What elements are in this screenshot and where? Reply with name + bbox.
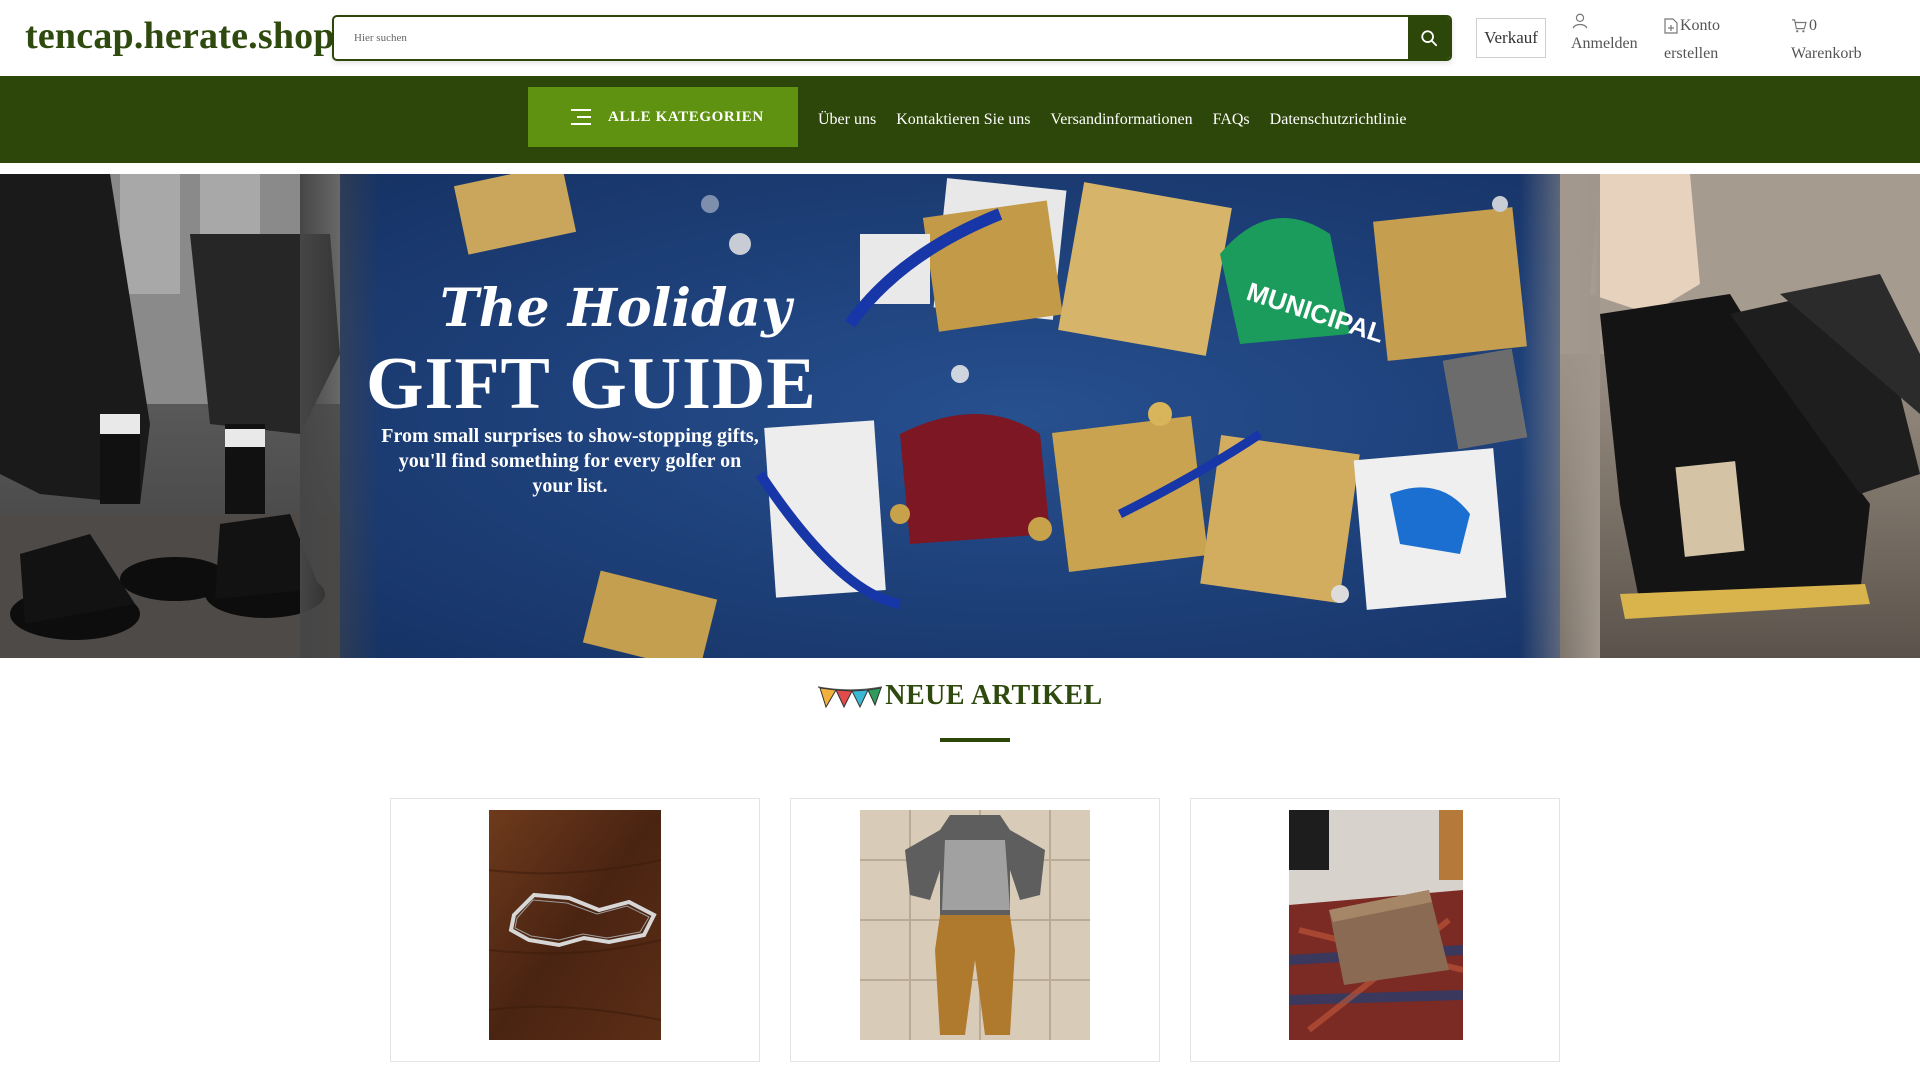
cart-link[interactable]: 0 Warenkorb bbox=[1791, 12, 1862, 68]
create-account-link[interactable]: Konto erstellen bbox=[1664, 12, 1720, 68]
all-categories-button[interactable]: ALLE KATEGORIEN bbox=[528, 87, 798, 147]
banner-fade-right bbox=[1520, 174, 1600, 658]
search-icon bbox=[1421, 30, 1438, 47]
banner-boots-photo-right bbox=[1560, 174, 1920, 658]
nav-links: Über uns Kontaktieren Sie uns Versandinf… bbox=[818, 76, 1407, 163]
login-link[interactable]: Anmelden bbox=[1571, 12, 1638, 58]
search-input[interactable] bbox=[334, 17, 1410, 59]
site-header: tencap.herate.shop Verkauf Anmelden bbox=[0, 0, 1920, 76]
add-account-icon bbox=[1664, 18, 1678, 34]
product-image-bracelet[interactable] bbox=[488, 810, 662, 1040]
nav-link-contact[interactable]: Kontaktieren Sie uns bbox=[896, 111, 1030, 129]
product-image-wooden-board[interactable] bbox=[1288, 810, 1464, 1040]
nav-link-about[interactable]: Über uns bbox=[818, 111, 876, 129]
account-label-line1: Konto bbox=[1680, 17, 1720, 34]
section-title: NEUE ARTIKEL bbox=[885, 680, 1103, 711]
login-label: Anmelden bbox=[1571, 35, 1638, 52]
hamburger-icon bbox=[571, 109, 591, 125]
cart-count: 0 bbox=[1809, 17, 1817, 34]
nav-link-shipping[interactable]: Versandinformationen bbox=[1050, 111, 1192, 129]
account-label-line2: erstellen bbox=[1664, 45, 1719, 62]
product-card[interactable] bbox=[1190, 798, 1560, 1062]
hero-banner[interactable]: MUNICIPAL The Holiday GIFT GUIDE From sm… bbox=[0, 174, 1920, 658]
product-image-ski-suit[interactable] bbox=[860, 810, 1090, 1040]
cart-label: Warenkorb bbox=[1791, 45, 1862, 62]
main-navigation: ALLE KATEGORIEN Über uns Kontaktieren Si… bbox=[0, 76, 1920, 163]
bunting-icon bbox=[818, 686, 883, 709]
user-icon bbox=[1572, 13, 1588, 29]
product-card[interactable] bbox=[390, 798, 760, 1062]
sell-button[interactable]: Verkauf bbox=[1476, 18, 1546, 58]
search-bar bbox=[332, 15, 1452, 61]
product-card[interactable] bbox=[790, 798, 1160, 1062]
cart-icon bbox=[1792, 19, 1807, 33]
banner-title-script: The Holiday bbox=[440, 278, 792, 339]
search-button[interactable] bbox=[1408, 17, 1450, 59]
section-underline bbox=[940, 738, 1010, 742]
nav-link-faqs[interactable]: FAQs bbox=[1213, 111, 1250, 129]
site-logo[interactable]: tencap.herate.shop bbox=[25, 14, 335, 58]
banner-subtitle: From small surprises to show-stopping gi… bbox=[381, 425, 759, 497]
banner-title-main: GIFT GUIDE bbox=[366, 343, 817, 425]
nav-link-privacy[interactable]: Datenschutzrichtlinie bbox=[1270, 111, 1407, 129]
section-heading: NEUE ARTIKEL bbox=[0, 680, 1920, 712]
all-categories-label: ALLE KATEGORIEN bbox=[608, 108, 764, 125]
